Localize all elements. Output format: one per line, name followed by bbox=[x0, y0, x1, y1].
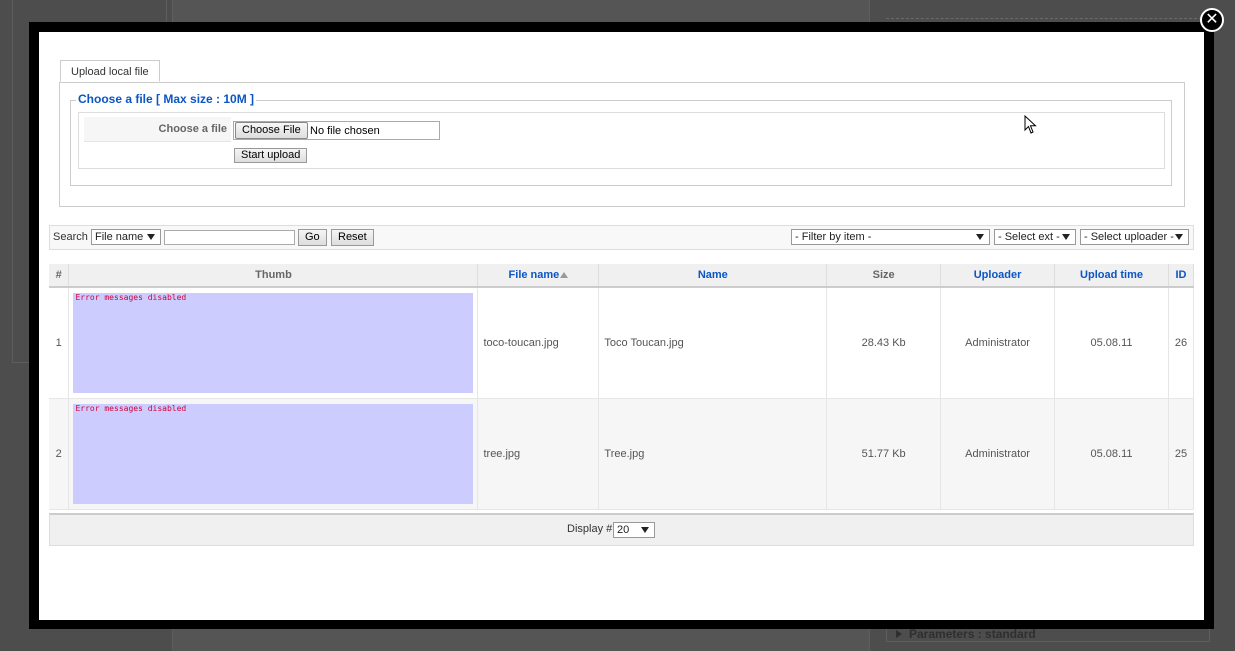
close-icon[interactable]: ✕ bbox=[1200, 8, 1224, 32]
mouse-cursor-icon bbox=[1024, 115, 1037, 134]
file-name-cell[interactable]: toco-toucan.jpg bbox=[477, 287, 600, 399]
thumb-error-text: Error messages disabled bbox=[75, 403, 187, 413]
dropdown-arrow-icon bbox=[147, 234, 155, 240]
upload-legend: Choose a file [ Max size : 10M ] bbox=[76, 92, 257, 106]
name-cell[interactable]: Tree.jpg bbox=[598, 398, 828, 510]
parameters-label: Parameters : standard bbox=[909, 627, 1036, 641]
header-upload-time[interactable]: Upload time bbox=[1054, 264, 1169, 288]
header-thumb: Thumb bbox=[68, 264, 479, 288]
search-label: Search bbox=[53, 231, 88, 243]
filter-uploader-value: - Select uploader - bbox=[1084, 231, 1174, 243]
thumbnail-image[interactable]: Error messages disabled bbox=[73, 292, 474, 393]
display-count-value: 20 bbox=[617, 524, 630, 536]
uploader-cell: Administrator bbox=[940, 287, 1056, 399]
dropdown-arrow-icon bbox=[976, 234, 984, 240]
name-cell[interactable]: Toco Toucan.jpg bbox=[598, 287, 828, 399]
choose-file-label: Choose a file bbox=[84, 117, 231, 142]
go-button[interactable]: Go bbox=[298, 229, 327, 246]
uploader-cell: Administrator bbox=[940, 398, 1056, 510]
thumb-cell[interactable]: Error messages disabled bbox=[68, 287, 479, 399]
thumb-cell[interactable]: Error messages disabled bbox=[68, 398, 479, 510]
filter-item-select[interactable]: - Filter by item - bbox=[791, 229, 990, 245]
thumb-error-text: Error messages disabled bbox=[75, 292, 187, 302]
id-cell: 25 bbox=[1168, 398, 1195, 510]
header-file-name[interactable]: File name bbox=[477, 264, 600, 288]
size-cell: 28.43 Kb bbox=[826, 287, 942, 399]
header-size: Size bbox=[826, 264, 942, 288]
upload-time-cell: 05.08.11 bbox=[1054, 287, 1169, 399]
header-id[interactable]: ID bbox=[1168, 264, 1195, 288]
header-name[interactable]: Name bbox=[598, 264, 828, 288]
filter-uploader-select[interactable]: - Select uploader - bbox=[1080, 229, 1189, 245]
table-row[interactable]: 1 Error messages disabled toco-toucan.jp… bbox=[49, 287, 1195, 399]
header-num: # bbox=[49, 264, 70, 288]
filter-ext-select[interactable]: - Select ext - bbox=[994, 229, 1076, 245]
tab-upload-local-file[interactable]: Upload local file bbox=[60, 60, 160, 82]
thumbnail-image[interactable]: Error messages disabled bbox=[73, 403, 474, 504]
choose-file-button[interactable]: Choose File bbox=[235, 122, 308, 139]
start-upload-button[interactable]: Start upload bbox=[234, 148, 308, 163]
file-status-text: No file chosen bbox=[310, 125, 380, 137]
search-field-select[interactable]: File name bbox=[91, 229, 161, 245]
filter-item-value: - Filter by item - bbox=[795, 231, 872, 243]
sort-ascending-icon bbox=[560, 272, 569, 279]
header-uploader[interactable]: Uploader bbox=[940, 264, 1056, 288]
search-input[interactable] bbox=[164, 230, 295, 245]
dropdown-arrow-icon bbox=[1062, 234, 1070, 240]
id-cell: 26 bbox=[1168, 287, 1195, 399]
files-table: # Thumb File name Name Size Uploader Upl… bbox=[49, 264, 1195, 510]
table-row[interactable]: 2 Error messages disabled tree.jpg Tree.… bbox=[49, 398, 1195, 510]
filter-ext-value: - Select ext - bbox=[998, 231, 1060, 243]
size-cell: 51.77 Kb bbox=[826, 398, 942, 510]
reset-button[interactable]: Reset bbox=[331, 229, 374, 246]
display-count-label: Display # bbox=[567, 523, 613, 535]
file-input[interactable]: Choose File No file chosen bbox=[233, 121, 440, 140]
expand-triangle-icon bbox=[896, 630, 902, 638]
dropdown-arrow-icon bbox=[641, 527, 649, 533]
display-count-select[interactable]: 20 bbox=[613, 522, 655, 538]
search-field-value: File name bbox=[95, 231, 144, 243]
row-num: 1 bbox=[49, 287, 70, 399]
file-name-cell[interactable]: tree.jpg bbox=[477, 398, 600, 510]
background-divider bbox=[886, 2, 1212, 19]
dropdown-arrow-icon bbox=[1175, 234, 1183, 240]
upload-time-cell: 05.08.11 bbox=[1054, 398, 1169, 510]
row-num: 2 bbox=[49, 398, 70, 510]
table-header-row: # Thumb File name Name Size Uploader Upl… bbox=[49, 264, 1195, 288]
